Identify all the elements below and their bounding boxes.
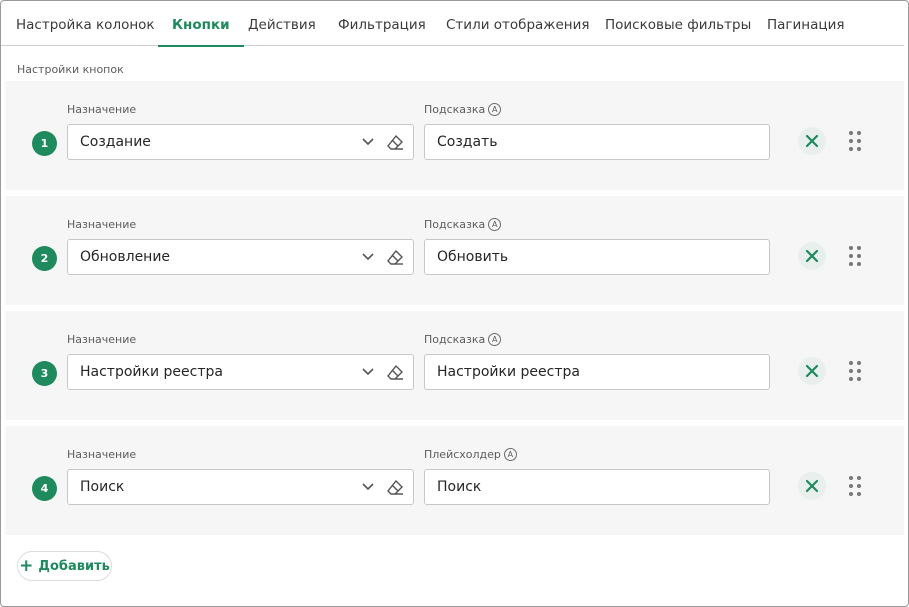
hint-input[interactable]: Создать: [424, 124, 770, 160]
purpose-select[interactable]: Создание: [67, 124, 414, 160]
tab-search-filters[interactable]: Поисковые фильтры: [605, 1, 751, 45]
purpose-label: Назначение: [67, 103, 137, 116]
tab-display-styles[interactable]: Стили отображения: [446, 1, 590, 45]
delete-row-button[interactable]: [798, 242, 826, 270]
placeholder-label: Плейсхолдер A: [424, 448, 517, 461]
plus-icon: +: [19, 555, 34, 576]
purpose-label: Назначение: [67, 218, 137, 231]
delete-row-button[interactable]: [798, 127, 826, 155]
purpose-value: Настройки реестра: [80, 364, 223, 380]
purpose-select[interactable]: Поиск: [67, 469, 414, 505]
tab-buttons[interactable]: Кнопки: [158, 1, 244, 47]
drag-handle-icon[interactable]: [847, 359, 863, 383]
eraser-icon[interactable]: [386, 478, 404, 496]
placeholder-input[interactable]: Поиск: [424, 469, 770, 505]
chevron-down-icon[interactable]: [361, 479, 375, 493]
close-icon: [805, 249, 819, 263]
purpose-label: Назначение: [67, 448, 137, 461]
row-number-badge: 4: [32, 476, 57, 501]
close-icon: [805, 364, 819, 378]
settings-panel: Настройка колонок Кнопки Действия Фильтр…: [0, 0, 909, 607]
chevron-down-icon[interactable]: [361, 134, 375, 148]
row-number-badge: 2: [32, 246, 57, 271]
purpose-value: Создание: [80, 134, 151, 150]
section-title: Настройки кнопок: [17, 63, 124, 76]
hint-label: Подсказка A: [424, 218, 502, 231]
purpose-value: Обновление: [80, 249, 171, 265]
hint-input[interactable]: Настройки реестра: [424, 354, 770, 390]
tab-actions[interactable]: Действия: [248, 1, 316, 45]
eraser-icon[interactable]: [386, 363, 404, 381]
chevron-down-icon[interactable]: [361, 249, 375, 263]
eraser-icon[interactable]: [386, 133, 404, 151]
auto-icon: A: [488, 218, 502, 231]
auto-icon: A: [503, 448, 517, 461]
drag-handle-icon[interactable]: [847, 129, 863, 153]
purpose-select[interactable]: Обновление: [67, 239, 414, 275]
button-row: 3 Назначение Настройки реестра Подсказка…: [5, 311, 904, 420]
hint-label: Подсказка A: [424, 333, 502, 346]
close-icon: [805, 134, 819, 148]
purpose-select[interactable]: Настройки реестра: [67, 354, 414, 390]
tab-columns[interactable]: Настройка колонок: [16, 1, 155, 45]
close-icon: [805, 479, 819, 493]
purpose-label: Назначение: [67, 333, 137, 346]
purpose-value: Поиск: [80, 479, 125, 495]
tab-filtering[interactable]: Фильтрация: [338, 1, 426, 45]
drag-handle-icon[interactable]: [847, 244, 863, 268]
button-row: 1 Назначение Создание Подсказка A Создать: [5, 81, 904, 190]
auto-icon: A: [488, 333, 502, 346]
delete-row-button[interactable]: [798, 357, 826, 385]
tab-bar: Настройка колонок Кнопки Действия Фильтр…: [1, 1, 904, 47]
row-number-badge: 3: [32, 361, 57, 386]
add-button-label: Добавить: [38, 558, 110, 574]
tab-pagination[interactable]: Пагинация: [767, 1, 844, 45]
delete-row-button[interactable]: [798, 472, 826, 500]
hint-label: Подсказка A: [424, 103, 502, 116]
drag-handle-icon[interactable]: [847, 474, 863, 498]
button-row: 4 Назначение Поиск Плейсхолдер A Поиск: [5, 426, 904, 535]
add-button[interactable]: + Добавить: [17, 551, 112, 581]
chevron-down-icon[interactable]: [361, 364, 375, 378]
button-row: 2 Назначение Обновление Подсказка A Обнов…: [5, 196, 904, 305]
row-number-badge: 1: [32, 131, 57, 156]
auto-icon: A: [488, 103, 502, 116]
eraser-icon[interactable]: [386, 248, 404, 266]
hint-input[interactable]: Обновить: [424, 239, 770, 275]
